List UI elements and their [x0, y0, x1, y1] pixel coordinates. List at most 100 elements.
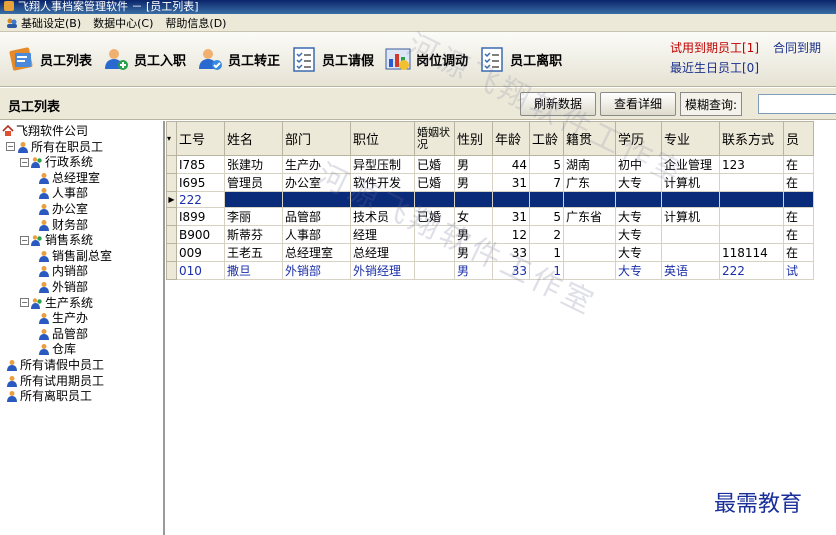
- toolbar-employee-list-button[interactable]: 员工列表: [6, 39, 100, 79]
- column-header[interactable]: 工龄: [529, 121, 564, 156]
- table-cell: 1: [529, 261, 564, 280]
- employee-regularize-icon: [199, 49, 223, 70]
- column-header[interactable]: 工号: [176, 121, 225, 156]
- trial-expiring-link[interactable]: 试用到期员工[1]: [670, 41, 759, 55]
- column-header[interactable]: 员: [783, 121, 814, 156]
- table-row[interactable]: ▶ 222: [166, 191, 814, 208]
- menu-bar: 基础设定(B) 数据中心(C) 帮助信息(D): [0, 14, 836, 32]
- table-cell: 异型压制: [350, 155, 415, 174]
- tree-node-label: 财务部: [52, 217, 89, 232]
- table-row[interactable]: I695 管理员 办公室 软件开发 已婚男 31 7 广东 大专 计算机 在: [166, 173, 814, 192]
- column-header[interactable]: 姓名: [224, 121, 283, 156]
- tree-node[interactable]: 总经理室: [38, 170, 100, 186]
- transfer-chart-icon: [385, 48, 411, 70]
- table-row[interactable]: I785 张建功 生产办 异型压制 已婚男 44 5 湖南 初中 企业管理 123 在: [166, 155, 814, 174]
- toolbar-transfer-button[interactable]: 岗位调动: [382, 39, 476, 79]
- department-tree: 飞翔软件公司 − 所有在职员工 − 行政系统 总经理室 人事部 办公室 财务部 − 销售系统 销售副总…: [0, 121, 165, 535]
- table-cell: 31: [492, 173, 530, 192]
- tree-node[interactable]: 仓库: [38, 341, 76, 357]
- table-cell: B900: [176, 225, 225, 244]
- tree-expander[interactable]: −: [20, 235, 29, 245]
- table-cell: 人事部: [282, 225, 351, 244]
- toolbar-employee-leave-button[interactable]: 员工请假: [288, 39, 382, 79]
- toolbar-employee-regularize-button[interactable]: 员工转正: [194, 39, 288, 79]
- table-cell: 在: [783, 225, 814, 244]
- column-header[interactable]: 部门: [282, 121, 351, 156]
- toolbar-label: 员工离职: [510, 53, 563, 69]
- table-cell: 男: [454, 173, 493, 192]
- tree-expander[interactable]: −: [20, 298, 29, 308]
- table-cell: 软件开发: [350, 173, 415, 192]
- list-header-bar: 员工列表 刷新数据 查看详细 模糊查询:: [0, 88, 836, 120]
- tree-node-label: 人事部: [52, 186, 89, 201]
- tree-node[interactable]: 所有试用期员工: [6, 373, 104, 389]
- tree-expander[interactable]: −: [6, 142, 15, 152]
- tree-node[interactable]: 人事部: [38, 185, 88, 201]
- column-header[interactable]: 婚姻状况: [414, 121, 455, 156]
- table-cell: 33: [492, 261, 530, 280]
- column-header[interactable]: 性别: [454, 121, 493, 156]
- toolbar-employee-resign-button[interactable]: 员工离职: [476, 39, 570, 79]
- table-cell: 外销部: [282, 261, 351, 280]
- tree-node[interactable]: 外销部: [38, 279, 88, 295]
- table-cell: 在: [783, 207, 814, 226]
- column-header[interactable]: 籍贯: [563, 121, 616, 156]
- tree-expander[interactable]: −: [20, 157, 29, 167]
- table-cell: 办公室: [282, 173, 351, 192]
- title-bar: 飞翔人事档案管理软件 － [员工列表]: [0, 0, 836, 14]
- table-cell: 湖南: [563, 155, 616, 174]
- table-cell: [661, 225, 720, 244]
- contract-expiring-link[interactable]: 合同到期: [773, 41, 821, 55]
- row-indicator: [166, 261, 177, 280]
- table-row[interactable]: 010 撒旦 外销部 外销经理 男 33 1 大专 英语 222 试: [166, 261, 814, 280]
- table-cell: 5: [529, 155, 564, 174]
- menu-basic-settings[interactable]: 基础设定(B): [0, 15, 87, 31]
- recent-birthday-link[interactable]: 最近生日员工[0]: [670, 61, 759, 75]
- tree-node[interactable]: 财务部: [38, 217, 88, 233]
- table-row[interactable]: 009 王老五 总经理室 总经理 男 33 1 大专 118114 在: [166, 243, 814, 262]
- tree-node-label: 所有离职员工: [20, 389, 93, 404]
- column-header[interactable]: 年龄: [492, 121, 530, 156]
- tree-node[interactable]: 生产办: [38, 310, 88, 326]
- window-title: 飞翔人事档案管理软件 － [员工列表]: [18, 0, 199, 13]
- menu-data-center[interactable]: 数据中心(C): [87, 15, 159, 31]
- main-toolbar: 员工列表 员工入职 员工转正 员工请假 岗位调动 员工离职 试用到期员工[1] 合…: [0, 32, 836, 87]
- table-row[interactable]: B900 斯蒂芬 人事部 经理 男 12 2 大专 在: [166, 225, 814, 244]
- resign-checklist-icon: [481, 47, 503, 72]
- menu-help[interactable]: 帮助信息(D): [159, 15, 232, 31]
- table-cell: 男: [454, 225, 493, 244]
- table-header-row: ▾ 工号 姓名 部门 职位 婚姻状况 性别 年龄 工龄 籍贯 学历 专业 联系方式员: [166, 121, 814, 156]
- view-detail-button[interactable]: 查看详细: [600, 92, 676, 116]
- table-cell: 2: [529, 225, 564, 244]
- table-row[interactable]: I899 李丽 品管部 技术员 已婚女 31 5 广东省 大专 计算机 在: [166, 207, 814, 226]
- column-header[interactable]: 学历: [615, 121, 662, 156]
- tree-node[interactable]: − 销售系统: [20, 232, 93, 248]
- tree-node[interactable]: − 所有在职员工: [6, 139, 103, 155]
- tree-node[interactable]: − 生产系统: [20, 295, 93, 311]
- table-cell: [414, 243, 455, 262]
- tree-node[interactable]: 品管部: [38, 326, 88, 342]
- column-header[interactable]: 职位: [350, 121, 415, 156]
- table-cell: 计算机: [661, 173, 720, 192]
- toolbar-employee-join-button[interactable]: 员工入职: [100, 39, 194, 79]
- menu-label: 帮助信息(D): [165, 16, 227, 30]
- table-cell: 外销经理: [350, 261, 415, 280]
- column-header[interactable]: 联系方式: [719, 121, 784, 156]
- refresh-button[interactable]: 刷新数据: [520, 92, 596, 116]
- row-indicator: [166, 207, 177, 226]
- row-indicator: [166, 243, 177, 262]
- tree-node[interactable]: 所有离职员工: [6, 388, 92, 404]
- person-icon: [38, 250, 50, 262]
- tree-node-label: 仓库: [52, 342, 77, 357]
- tree-node[interactable]: 内销部: [38, 263, 88, 279]
- column-header[interactable]: 专业: [661, 121, 720, 156]
- row-indicator: ▶: [166, 191, 177, 208]
- toolbar-label: 岗位调动: [416, 53, 469, 69]
- person-icon: [6, 359, 18, 371]
- tree-node[interactable]: 销售副总室: [38, 248, 112, 264]
- tree-node[interactable]: 飞翔软件公司: [2, 123, 88, 139]
- tree-node[interactable]: 办公室: [38, 201, 88, 217]
- tree-node[interactable]: − 行政系统: [20, 154, 93, 170]
- fuzzy-search-input[interactable]: [758, 94, 836, 114]
- tree-node[interactable]: 所有请假中员工: [6, 357, 104, 373]
